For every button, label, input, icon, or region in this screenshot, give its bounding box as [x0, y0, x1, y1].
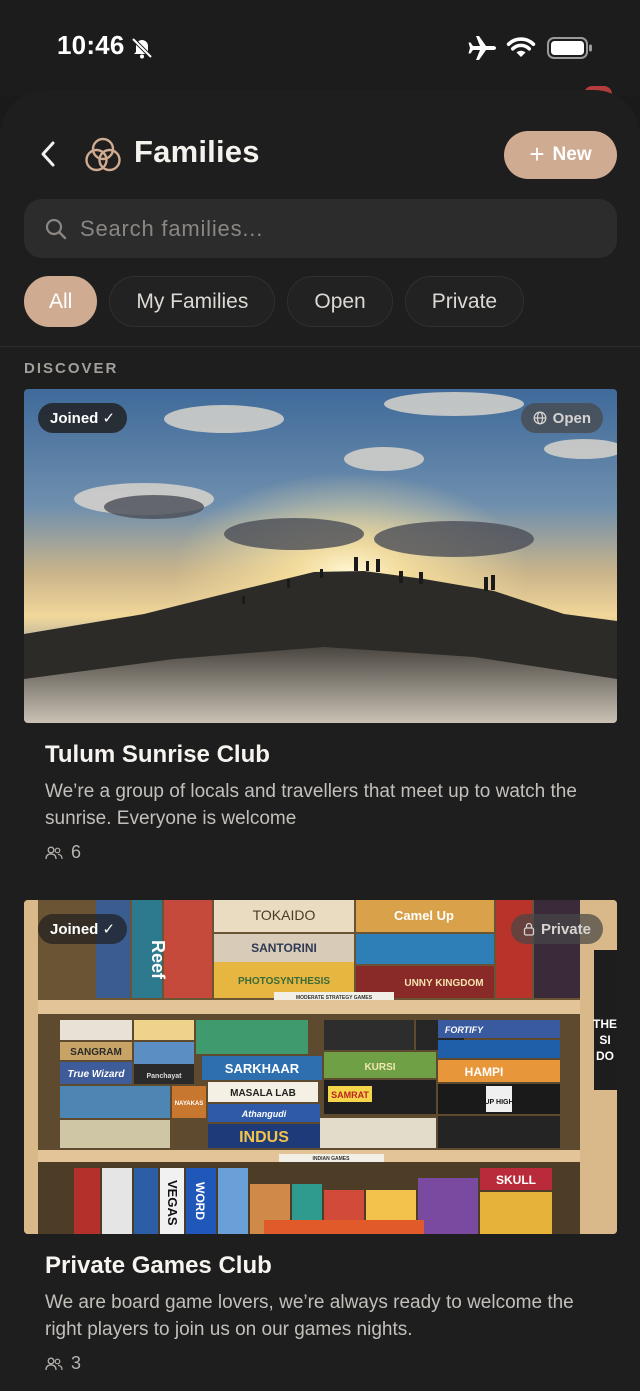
- game-box-label: WORD: [193, 1182, 207, 1220]
- members-icon: [45, 1357, 63, 1370]
- wifi-icon: [506, 37, 536, 57]
- member-count: 6: [45, 842, 81, 863]
- visibility-label: Open: [552, 409, 591, 427]
- game-box-label: SI: [599, 1033, 610, 1047]
- game-box-label: SANTORINI: [251, 941, 317, 955]
- bell-slash-icon: [131, 37, 153, 59]
- new-family-button[interactable]: + New: [504, 131, 617, 179]
- family-title: Private Games Club: [45, 1252, 272, 1279]
- game-box-label: TOKAIDO: [253, 907, 316, 923]
- families-logo-icon: [85, 137, 121, 172]
- filter-chip-my-families[interactable]: My Families: [109, 276, 276, 327]
- game-box-label: Reef: [148, 940, 168, 980]
- game-box-label: DO: [596, 1049, 614, 1063]
- family-description: We are board game lovers, we’re always r…: [45, 1292, 574, 1340]
- game-box-label: UNNY KINGDOM: [404, 978, 483, 989]
- family-title: Tulum Sunrise Club: [45, 741, 270, 768]
- game-box-label: NAYAKAS: [175, 1101, 204, 1107]
- family-card[interactable]: Joined ✓ Open Tulum Sunrise Club We’re a…: [24, 389, 617, 869]
- filter-chip-open[interactable]: Open: [287, 276, 393, 327]
- sunrise-over-hill-photo: [24, 389, 617, 723]
- member-count: 3: [45, 1353, 81, 1374]
- member-count-value: 3: [71, 1353, 82, 1373]
- game-box-label: INDIAN GAMES: [313, 1156, 351, 1162]
- game-box-label: MASALA LAB: [230, 1088, 296, 1099]
- page-title: Families: [134, 134, 260, 169]
- family-cover-image: TOKAIDO SANTORINI PHOTOSYNTHESIS Camel U…: [24, 900, 617, 1234]
- search-input[interactable]: [80, 215, 580, 242]
- status-time: 10:46: [57, 30, 125, 60]
- game-box-label: SAMRAT: [331, 1090, 369, 1100]
- globe-icon: [533, 411, 547, 425]
- game-box-label: Panchayat: [146, 1073, 182, 1080]
- divider: [0, 346, 640, 347]
- member-count-value: 6: [71, 842, 82, 862]
- filter-chip-private[interactable]: Private: [404, 276, 525, 327]
- family-cover-image: Joined ✓ Open: [24, 389, 617, 723]
- game-box-label: UP HIGH: [484, 1099, 513, 1106]
- game-box-label: HAMPI: [465, 1065, 504, 1079]
- joined-badge: Joined ✓: [38, 403, 128, 433]
- family-description: We’re a group of locals and travellers t…: [45, 781, 577, 829]
- visibility-badge: Open: [520, 403, 603, 433]
- chevron-left-icon: [41, 141, 55, 167]
- game-box-label: SARKHAAR: [225, 1061, 300, 1076]
- visibility-label: Private: [540, 920, 591, 938]
- family-card[interactable]: TOKAIDO SANTORINI PHOTOSYNTHESIS Camel U…: [24, 900, 617, 1380]
- game-box-label: INDUS: [239, 1129, 289, 1146]
- filter-chip-all[interactable]: All: [24, 276, 98, 327]
- members-icon: [45, 846, 63, 859]
- game-box-label: VEGAS: [165, 1180, 180, 1226]
- game-box-label: MODERATE STRATEGY GAMES: [296, 995, 373, 1001]
- plus-icon: +: [529, 138, 545, 169]
- game-box-label: FORTIFY: [445, 1025, 484, 1035]
- game-box-label: KURSI: [364, 1062, 395, 1073]
- filter-chips: All My Families Open Private: [24, 276, 525, 327]
- game-box-label: SKULL: [496, 1173, 536, 1187]
- section-label-discover: DISCOVER: [24, 360, 119, 377]
- search-bar[interactable]: [24, 199, 617, 258]
- game-box-label: True Wizard: [68, 1069, 126, 1080]
- game-box-label: Camel Up: [394, 908, 454, 923]
- visibility-badge: Private: [510, 914, 603, 944]
- game-box-label: THE: [593, 1017, 617, 1031]
- new-button-label: New: [552, 144, 592, 165]
- lock-icon: [523, 922, 535, 936]
- status-bar: 10:46: [0, 0, 640, 96]
- families-sheet: Families + New All My Families Open Priv…: [0, 90, 640, 1391]
- airplane-icon: [468, 36, 496, 60]
- back-button[interactable]: [32, 136, 64, 172]
- search-icon: [45, 218, 67, 239]
- game-box-label: PHOTOSYNTHESIS: [238, 976, 330, 987]
- game-box-label: Athangudi: [241, 1109, 287, 1119]
- board-game-shelf-photo: TOKAIDO SANTORINI PHOTOSYNTHESIS Camel U…: [24, 900, 617, 1234]
- joined-badge: Joined ✓: [38, 914, 128, 944]
- game-box-label: SANGRAM: [70, 1047, 122, 1058]
- battery-icon: [547, 37, 592, 59]
